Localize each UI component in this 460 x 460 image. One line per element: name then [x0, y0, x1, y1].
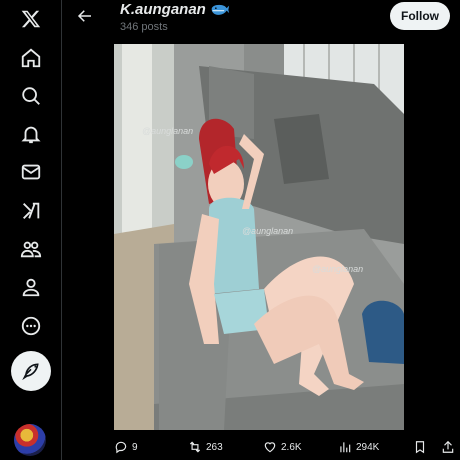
search-icon[interactable]: [12, 77, 50, 115]
share-icon: [442, 440, 454, 453]
notifications-icon[interactable]: [12, 115, 50, 153]
profile-title-row: K.aunganan: [120, 1, 230, 18]
views-button[interactable]: 294K: [338, 440, 379, 454]
grok-icon[interactable]: [12, 192, 50, 230]
profile-name: K.aunganan: [120, 1, 206, 18]
profile-header: K.aunganan 346 posts Follow: [63, 0, 460, 40]
bookmark-button[interactable]: [413, 440, 427, 454]
back-arrow-icon[interactable]: [75, 6, 95, 26]
views-count: 294K: [356, 441, 380, 453]
watermark-text: @aunglanan: [312, 264, 363, 274]
follow-button[interactable]: Follow: [390, 2, 450, 30]
watermark-text: @aunglanan: [142, 126, 193, 136]
post-actions-bar: 9 263 2.6K 294K: [63, 438, 460, 460]
whale-badge-icon: [210, 2, 230, 18]
profile-icon[interactable]: [12, 268, 50, 306]
repost-button[interactable]: 263: [188, 440, 223, 454]
photo-illustration: @aunglanan @aunglanan @aunglanan: [114, 44, 404, 430]
reply-button[interactable]: 9: [114, 440, 138, 454]
left-nav: [0, 0, 62, 460]
share-button[interactable]: [441, 440, 455, 454]
heart-icon: [264, 442, 276, 453]
watermark-text: @aunglanan: [242, 226, 293, 236]
bookmark-icon: [415, 441, 425, 454]
account-avatar[interactable]: [14, 424, 46, 456]
more-icon[interactable]: [12, 307, 50, 345]
like-count: 2.6K: [281, 441, 302, 453]
reply-count: 9: [132, 441, 138, 453]
x-logo-icon[interactable]: [12, 0, 50, 38]
app-window: K.aunganan 346 posts Follow @aunglanan @…: [0, 0, 460, 460]
repost-count: 263: [206, 441, 223, 453]
communities-icon[interactable]: [12, 230, 50, 268]
compose-button[interactable]: [11, 351, 51, 391]
reply-icon: [115, 441, 127, 454]
home-icon[interactable]: [12, 39, 50, 77]
compose-feather-icon: [22, 363, 39, 381]
post-media-image[interactable]: @aunglanan @aunglanan @aunglanan: [114, 44, 404, 430]
views-chart-icon: [340, 442, 351, 453]
repost-icon: [189, 441, 201, 453]
messages-icon[interactable]: [12, 153, 50, 191]
like-button[interactable]: 2.6K: [263, 440, 302, 454]
post-count: 346 posts: [120, 21, 168, 33]
